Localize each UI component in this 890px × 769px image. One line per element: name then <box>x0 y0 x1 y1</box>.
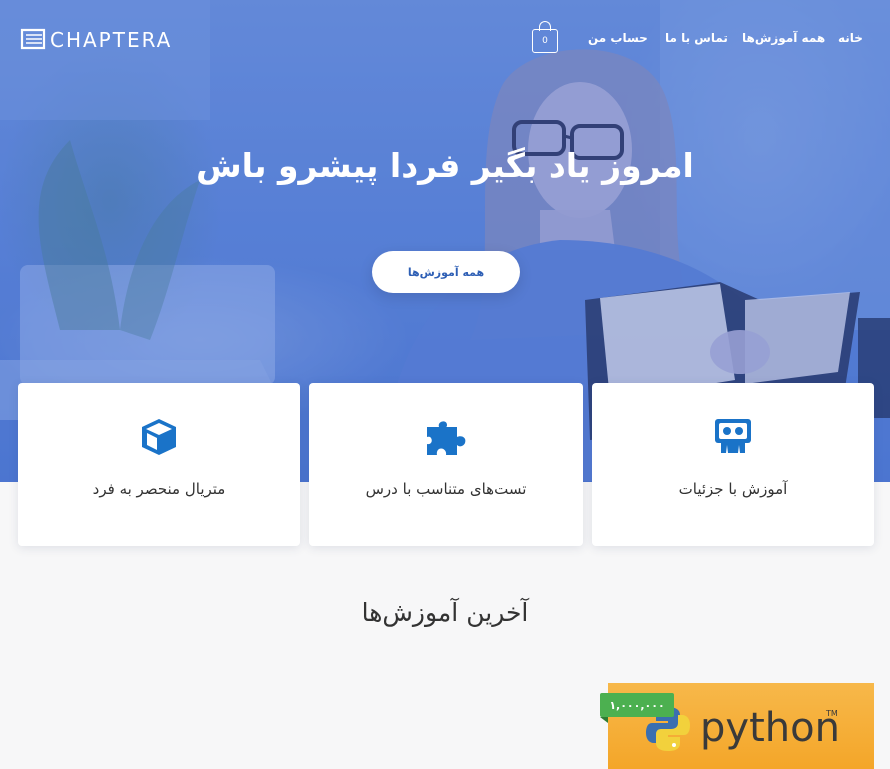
python-trademark: TM <box>826 709 838 718</box>
chaptera-logo[interactable]: CHAPTERA <box>20 27 196 51</box>
feature-label: تست‌های متناسب با درس <box>365 480 527 498</box>
all-courses-button[interactable]: همه آموزش‌ها <box>372 251 520 293</box>
latest-courses-title: آخرین آموزش‌ها <box>361 598 529 627</box>
feature-card-unique-material: متریال منحصر به فرد <box>18 383 300 546</box>
puzzle-icon <box>427 421 466 455</box>
feature-card-tests: تست‌های متناسب با درس <box>309 383 583 546</box>
cart-button[interactable]: 0 <box>532 21 558 53</box>
python-wordmark: python <box>700 705 840 751</box>
hero-title: امروز یاد بگیر فردا پیشرو باش <box>196 146 694 185</box>
nav-all-courses[interactable]: همه آموزش‌ها <box>742 31 825 45</box>
feature-card-detailed: آموزش با جزئیات <box>592 383 874 546</box>
cube-icon <box>142 419 176 455</box>
presentation-icon <box>715 419 751 453</box>
nav-contact[interactable]: تماس با ما <box>665 31 728 45</box>
cart-count: 0 <box>542 36 548 46</box>
feature-label: آموزش با جزئیات <box>678 480 788 498</box>
price-badge: ۱,۰۰۰,۰۰۰ <box>600 693 674 723</box>
svg-text:CHAPTERA: CHAPTERA <box>50 28 172 51</box>
nav-home[interactable]: خانه <box>838 31 863 45</box>
feature-label: متریال منحصر به فرد <box>92 480 226 498</box>
nav-account[interactable]: حساب من <box>588 31 648 45</box>
